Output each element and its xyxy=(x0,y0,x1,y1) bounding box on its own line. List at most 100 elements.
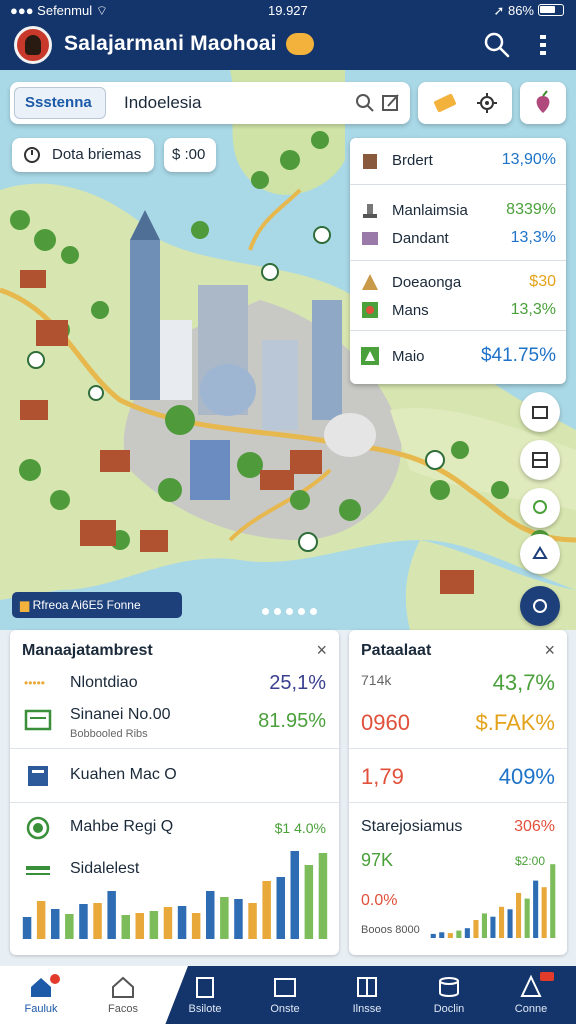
stat-row[interactable]: Maio $41.75% xyxy=(350,342,566,370)
chart-bar[interactable] xyxy=(262,881,271,939)
search-input[interactable]: Indoelesia xyxy=(124,93,202,113)
stat-label: Starejosiamus xyxy=(361,818,463,835)
row-value: 81.95% xyxy=(258,710,326,732)
search-icon[interactable] xyxy=(354,92,376,114)
right-bar-chart[interactable] xyxy=(429,852,557,938)
chart-bar[interactable] xyxy=(499,906,505,938)
app-logo xyxy=(14,26,52,64)
layers-button[interactable] xyxy=(520,392,560,432)
stack-icon xyxy=(439,977,459,997)
gear-icon[interactable] xyxy=(476,92,498,114)
search-bar: Ssstenna Indoelesia xyxy=(10,82,410,124)
compass-button[interactable] xyxy=(520,534,560,574)
chart-bar[interactable] xyxy=(191,913,201,939)
nav-item-bsilote[interactable]: Bsilote xyxy=(170,974,240,1020)
chart-bar[interactable] xyxy=(516,892,522,938)
row-sublabel: Bobbooled Ribs xyxy=(70,728,148,740)
chart-bar[interactable] xyxy=(473,920,479,938)
chart-bar[interactable] xyxy=(524,898,530,938)
compass-icon xyxy=(532,546,548,559)
chart-bar[interactable] xyxy=(163,907,173,939)
chart-bar[interactable] xyxy=(248,903,257,939)
panel-title: Pataalaat xyxy=(361,642,432,659)
status-time: 19.927 xyxy=(268,3,308,18)
chart-bar[interactable] xyxy=(135,913,145,939)
stat-value: 409% xyxy=(498,764,555,789)
nav-label: Bsilote xyxy=(188,1003,222,1015)
edit-icon[interactable] xyxy=(380,92,402,114)
chart-bar[interactable] xyxy=(51,909,60,939)
chart-bar[interactable] xyxy=(304,865,314,939)
chart-bar[interactable] xyxy=(22,917,32,939)
nav-item-fauluk[interactable]: Fauluk xyxy=(6,974,76,1020)
nav-label: Facos xyxy=(108,1003,138,1015)
chart-bar[interactable] xyxy=(290,851,300,939)
search-icon[interactable] xyxy=(482,30,512,60)
chart-bar[interactable] xyxy=(456,930,462,938)
chart-bar[interactable] xyxy=(447,933,453,938)
stat-value: 306% xyxy=(514,818,555,835)
chart-bar[interactable] xyxy=(177,906,187,939)
nav-label: Doclin xyxy=(433,1003,465,1015)
nav-item-conne[interactable]: Conne xyxy=(496,972,566,1020)
profile-button[interactable] xyxy=(520,82,566,124)
chart-bar[interactable] xyxy=(36,901,46,939)
chart-bar[interactable] xyxy=(541,887,547,938)
left-bar-chart[interactable] xyxy=(20,835,330,939)
close-icon[interactable]: × xyxy=(544,640,555,661)
chart-bar[interactable] xyxy=(481,913,487,938)
stat-label: Brdert xyxy=(392,152,433,169)
map-region-tag[interactable]: ▆ Rfreoa Ai6E5 Fonne xyxy=(12,592,182,618)
chart-bar[interactable] xyxy=(533,880,539,938)
chart-bar[interactable] xyxy=(149,911,159,939)
stat-row[interactable]: Dandant 13,3% xyxy=(350,224,566,252)
close-icon[interactable]: × xyxy=(316,640,327,661)
chart-bar[interactable] xyxy=(276,877,286,939)
stat-row[interactable]: Brdert 13,90% xyxy=(350,146,566,174)
chart-bar[interactable] xyxy=(464,928,470,938)
panel-title: Manaajatambrest xyxy=(22,642,153,659)
chart-bar[interactable] xyxy=(490,916,496,938)
currency-chip[interactable]: $ :00 xyxy=(164,138,216,172)
chart-bar[interactable] xyxy=(507,909,513,938)
ticket-icon[interactable] xyxy=(432,91,458,115)
stat-row[interactable]: Doeaonga $30 xyxy=(350,268,566,296)
row-label: Mahbe Regi Q xyxy=(70,818,174,835)
stats-card: Brdert 13,90% Manlaimsia 8339% Dandant 1… xyxy=(350,138,566,384)
chart-icon xyxy=(361,347,379,365)
chart-bar[interactable] xyxy=(220,897,229,939)
right-stats-panel: Pataalaat × 714k 43,7% 0960 $.FAK% 1,79 … xyxy=(349,630,567,955)
chart-bar[interactable] xyxy=(234,899,243,939)
chart-bar[interactable] xyxy=(121,915,131,939)
nav-item-onste[interactable]: Onste xyxy=(250,974,320,1020)
divider xyxy=(350,330,566,331)
monument-icon xyxy=(363,204,377,218)
grid-view-button[interactable] xyxy=(520,440,560,480)
chart-bar[interactable] xyxy=(430,933,436,938)
divider xyxy=(10,748,339,749)
stat-label: Mans xyxy=(392,302,429,319)
chart-bar[interactable] xyxy=(318,853,328,939)
stat-row[interactable]: Mans 13,3% xyxy=(350,296,566,324)
data-filter-label: Dota briemas xyxy=(52,146,142,163)
location-button[interactable] xyxy=(520,488,560,528)
nav-item-doclin[interactable]: Doclin xyxy=(414,974,484,1020)
more-menu-icon[interactable] xyxy=(530,30,558,60)
scope-selector[interactable]: Ssstenna xyxy=(14,87,106,119)
data-filter-chip[interactable]: Dota briemas xyxy=(12,138,154,172)
chart-bar[interactable] xyxy=(206,891,215,939)
recenter-button[interactable] xyxy=(520,586,560,626)
chart-bar[interactable] xyxy=(439,932,445,938)
nav-item-ilnsse[interactable]: Ilnsse xyxy=(332,974,402,1020)
page-indicator[interactable] xyxy=(262,602,322,620)
stat-row[interactable]: Manlaimsia 8339% xyxy=(350,196,566,224)
chart-bar[interactable] xyxy=(79,904,88,939)
chart-bar[interactable] xyxy=(93,903,102,939)
nav-label: Onste xyxy=(270,1003,300,1015)
chart-bar[interactable] xyxy=(550,864,556,938)
chart-bar[interactable] xyxy=(107,891,116,939)
grid-icon xyxy=(532,452,548,468)
nav-item-facos[interactable]: Facos xyxy=(88,974,158,1020)
carrier-label: ●●● Sefenmul ⌔ xyxy=(10,3,108,18)
chart-bar[interactable] xyxy=(65,914,74,939)
